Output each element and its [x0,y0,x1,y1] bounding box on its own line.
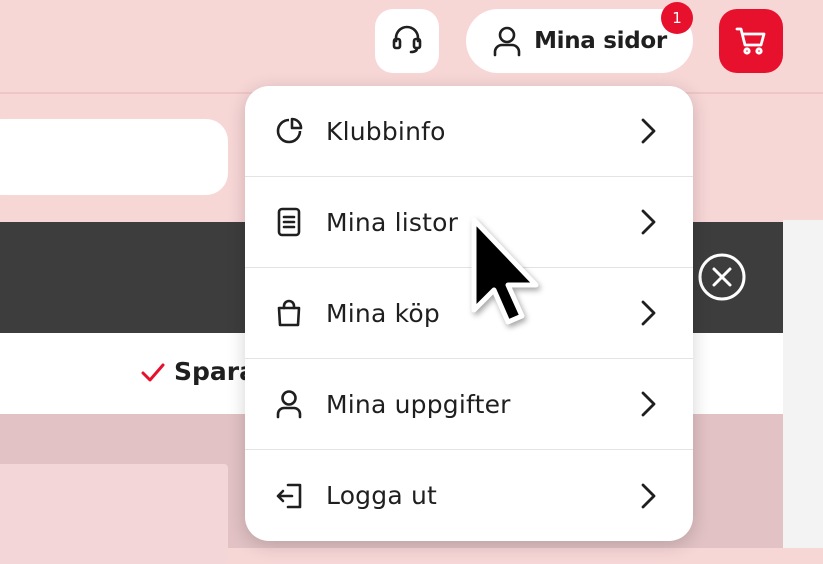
mouse-cursor-icon [466,214,546,338]
chevron-right-icon [637,390,659,418]
headset-icon [390,22,424,60]
menu-item-label: Mina köp [326,298,440,328]
chevron-right-icon [637,117,659,145]
banner-close-button[interactable] [697,252,747,306]
support-button[interactable] [375,9,439,73]
shopping-bag-icon [273,297,305,329]
my-pages-label: Mina sidor [534,28,667,54]
menu-item-logout[interactable]: Logga ut [245,450,693,541]
saved-indicator: Spara [140,357,256,386]
cart-button[interactable] [719,9,783,73]
saved-label: Spara [174,357,256,386]
logout-icon [273,480,305,512]
menu-item-my-details[interactable]: Mina uppgifter [245,359,693,450]
product-image [0,464,228,564]
cart-icon [734,25,768,57]
search-input[interactable] [0,119,228,195]
list-document-icon [273,206,305,238]
chevron-right-icon [637,208,659,236]
close-circle-icon [697,253,747,306]
menu-item-label: Logga ut [326,481,438,510]
chevron-right-icon [637,482,659,510]
page-edge [783,220,823,548]
user-icon [492,25,534,57]
menu-item-label: Mina uppgifter [326,389,511,419]
chevron-right-icon [637,299,659,327]
pie-chart-icon [273,115,305,147]
menu-item-label: Mina listor [326,207,459,237]
notification-badge: 1 [661,2,693,34]
user-icon [273,388,305,420]
menu-item-label: Klubbinfo [326,116,446,146]
check-icon [140,361,174,383]
my-pages-button[interactable]: Mina sidor [466,9,693,73]
menu-item-club-info[interactable]: Klubbinfo [245,86,693,177]
